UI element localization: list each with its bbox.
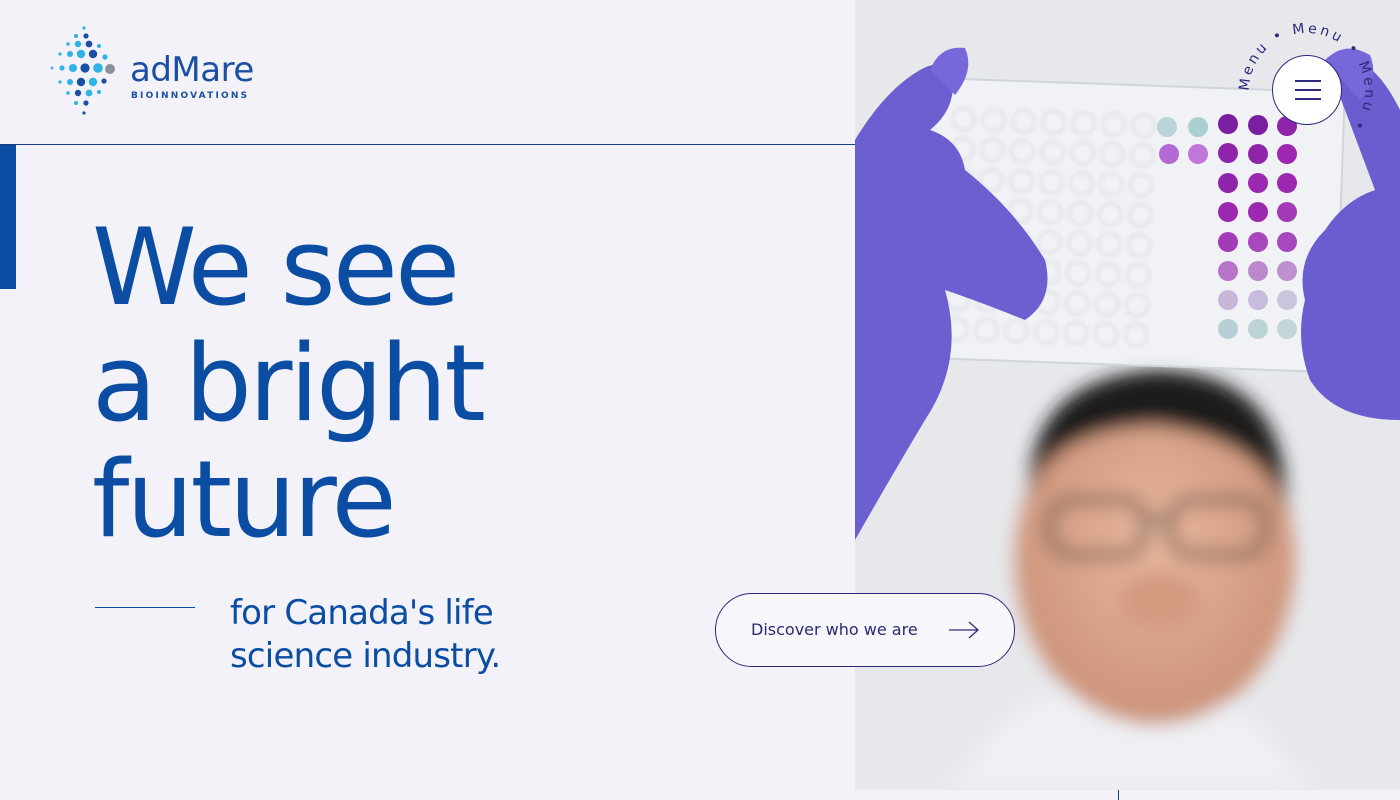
bottom-divider bbox=[1118, 790, 1119, 800]
subline-divider bbox=[95, 607, 195, 608]
brand-name: adMare bbox=[130, 50, 254, 90]
headline-line: a bright bbox=[92, 322, 486, 445]
cta-label: Discover who we are bbox=[751, 620, 918, 639]
logo-mark-icon bbox=[50, 26, 115, 115]
accent-bar bbox=[0, 145, 16, 289]
brand-logo[interactable]: adMare BIOINNOVATIONS bbox=[48, 24, 278, 120]
hero-subline: for Canada's life science industry. bbox=[230, 592, 501, 678]
subline-line: for Canada's life bbox=[230, 593, 494, 633]
subline-line: science industry. bbox=[230, 636, 501, 676]
brand-tagline: BIOINNOVATIONS bbox=[131, 91, 250, 101]
hero-left-panel: adMare BIOINNOVATIONS We see a bright fu… bbox=[0, 0, 855, 800]
header-divider bbox=[0, 144, 855, 145]
discover-who-we-are-button[interactable]: Discover who we are bbox=[715, 593, 1015, 667]
hamburger-bar bbox=[1295, 98, 1321, 100]
headline-line: future bbox=[92, 438, 397, 561]
hero-headline: We see a bright future bbox=[92, 206, 486, 561]
arrow-right-icon bbox=[949, 621, 979, 639]
menu-button[interactable] bbox=[1272, 55, 1342, 125]
hamburger-bar bbox=[1295, 89, 1321, 91]
hamburger-bar bbox=[1295, 80, 1321, 82]
headline-line: We see bbox=[92, 206, 460, 329]
